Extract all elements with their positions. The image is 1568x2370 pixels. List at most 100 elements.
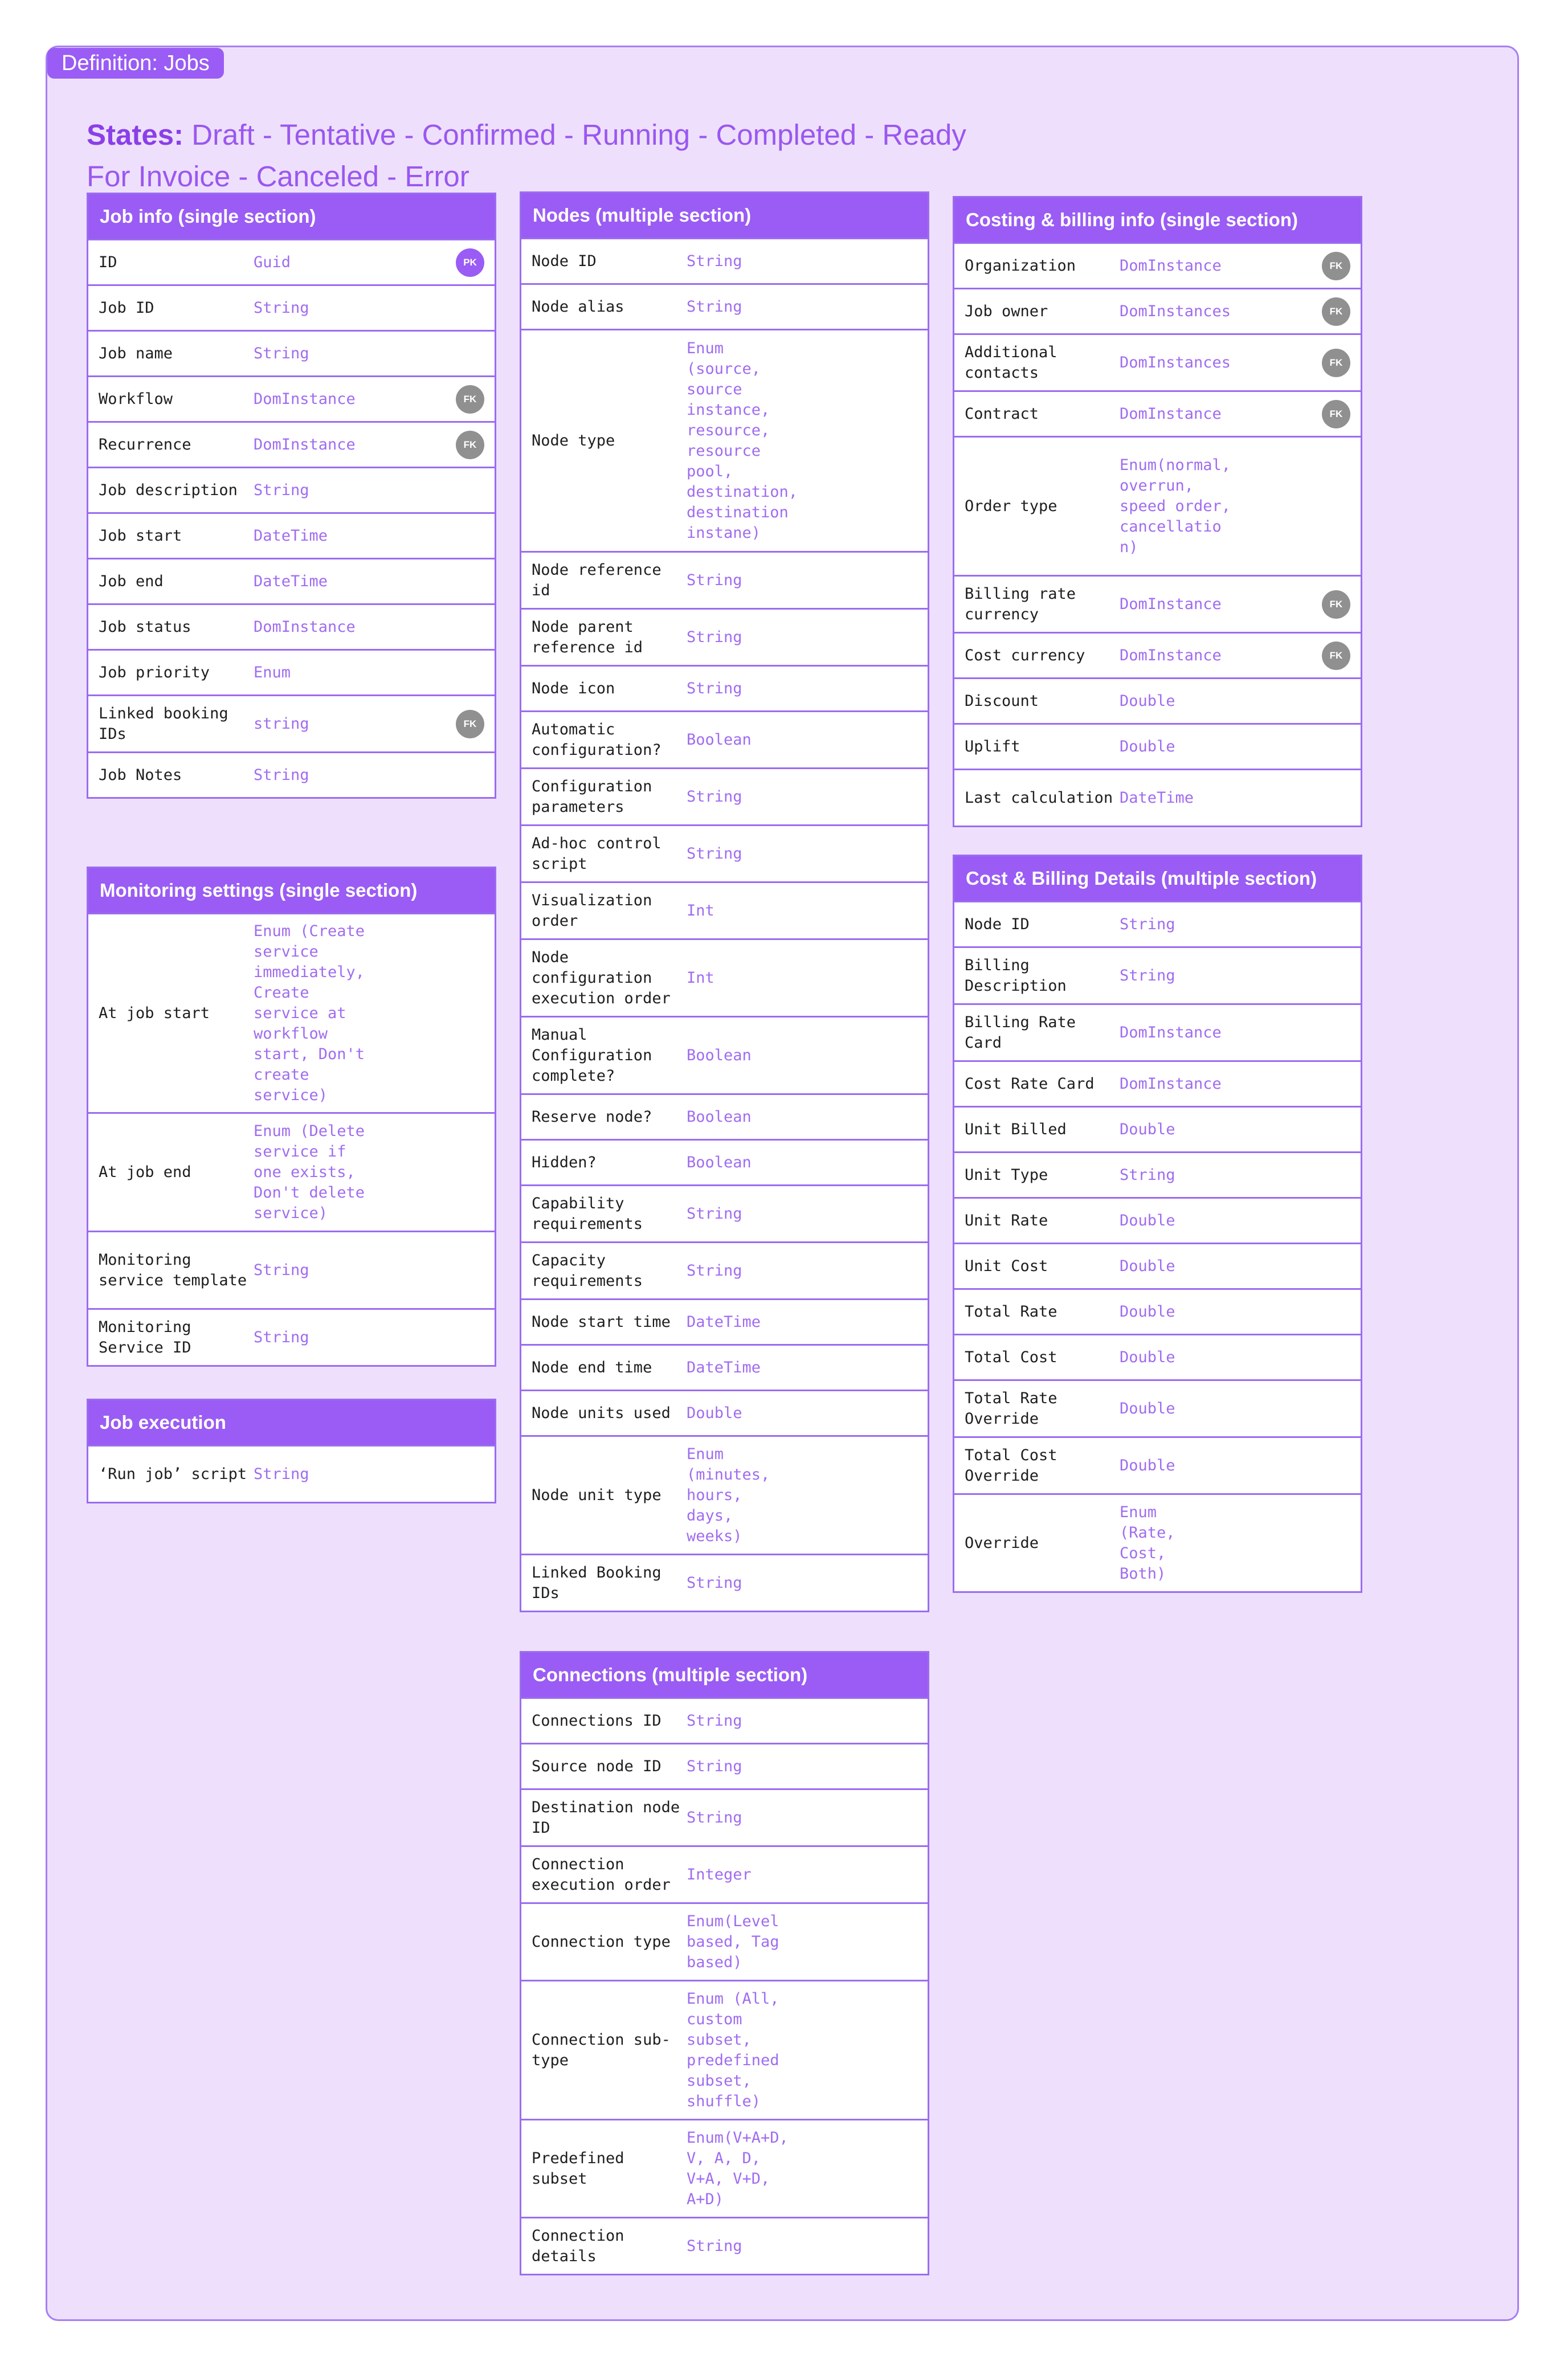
field-type: String (687, 297, 742, 316)
table-row: Job start DateTime (88, 512, 495, 558)
table-row: Connection type Enum(Level based, Tag bas… (521, 1902, 928, 1980)
field-type: String (254, 1328, 309, 1346)
field-name: Job ID (99, 299, 154, 317)
field-name: Unit Billed (965, 1120, 1067, 1138)
foreign-key-badge: FK (1322, 641, 1350, 670)
field-type: String (1120, 1166, 1175, 1184)
field-type: Enum (Delete service if one exists, Don'… (254, 1122, 365, 1222)
table-row: Connections ID String (521, 1697, 928, 1743)
field-type: DomInstance (254, 435, 356, 453)
field-name: Monitoring service template (99, 1251, 247, 1289)
table-row: Total Rate Override Double (954, 1379, 1361, 1436)
field-name: Job name (99, 344, 173, 362)
table-row: Last calculation DateTime (954, 769, 1361, 826)
table-row: Job owner DomInstances FK (954, 288, 1361, 333)
field-name: Job status (99, 618, 191, 636)
table-row: Order type Enum(normal, overrun, speed or… (954, 436, 1361, 575)
field-type: DateTime (254, 572, 328, 590)
table-header: Nodes (multiple section) (521, 193, 928, 238)
foreign-key-badge: FK (1322, 348, 1350, 377)
table-job-info: Job info (single section) ID Guid PK Job ID S… (87, 193, 496, 799)
table-row: Job Notes String (88, 751, 495, 797)
field-name: Automatic configuration? (532, 720, 662, 759)
field-type: String (254, 481, 309, 499)
field-type: DomInstance (1120, 404, 1222, 423)
table-row: Node ID String (954, 901, 1361, 946)
field-type: String (254, 344, 309, 362)
field-name: Job description (99, 481, 238, 499)
field-type: String (687, 1204, 742, 1223)
field-name: Node type (532, 431, 615, 450)
table-row: Workflow DomInstance FK (88, 375, 495, 421)
field-type: Enum(V+A+D, V, A, D, V+A, V+D, A+D) (687, 2128, 789, 2208)
field-name: Total Rate (965, 1302, 1057, 1321)
table-row: Node type Enum (source, source instance, … (521, 329, 928, 551)
field-type: Boolean (687, 1153, 752, 1171)
field-name: Discount (965, 692, 1039, 710)
field-type: String (687, 844, 742, 863)
field-type: String (687, 252, 742, 270)
field-name: Node unit type (532, 1486, 662, 1504)
table-row: Connection details String (521, 2217, 928, 2274)
field-type: DomInstance (1120, 646, 1222, 664)
table-row: Organization DomInstance FK (954, 242, 1361, 288)
field-name: Override (965, 1534, 1039, 1552)
field-name: Monitoring Service ID (99, 1318, 191, 1356)
field-type: String (687, 1757, 742, 1775)
table-connections: Connections (multiple section) Connection… (520, 1651, 929, 2275)
field-type: DateTime (1120, 788, 1194, 807)
table-costing-billing: Costing & billing info (single section) O… (953, 196, 1362, 827)
table-row: Billing Description String (954, 946, 1361, 1003)
table-nodes: Nodes (multiple section) Node ID String Nod… (520, 191, 929, 1612)
field-type: Enum (minutes, hours, days, weeks) (687, 1445, 770, 1545)
field-name: Connection type (532, 1932, 671, 1951)
table-row: Monitoring Service ID String (88, 1308, 495, 1365)
field-name: Source node ID (532, 1757, 662, 1775)
foreign-key-badge: FK (456, 709, 484, 738)
field-type: String (687, 571, 742, 589)
field-type: Double (1120, 1257, 1175, 1275)
field-name: Job start (99, 526, 182, 545)
table-header: Costing & billing info (single section) (954, 198, 1361, 242)
field-name: Predefined subset (532, 2149, 624, 2188)
table-row: Capability requirements String (521, 1184, 928, 1241)
field-name: Unit Type (965, 1166, 1048, 1184)
table-row: ‘Run job’ script String (88, 1445, 495, 1502)
field-name: Order type (965, 497, 1057, 515)
field-type: Double (1120, 1348, 1175, 1366)
table-row: Connection execution order Integer (521, 1845, 928, 1902)
field-type: Enum (254, 663, 291, 681)
field-type: Double (1120, 1399, 1175, 1417)
field-type: DomInstance (1120, 1074, 1222, 1093)
table-row: At job start Enum (Create service immedia… (88, 913, 495, 1112)
field-name: Job priority (99, 663, 210, 681)
table-cost-billing-details: Cost & Billing Details (multiple section… (953, 855, 1362, 1593)
field-type: DomInstance (1120, 1023, 1222, 1041)
field-type: String (687, 1574, 742, 1592)
field-name: Configuration parameters (532, 777, 652, 816)
field-name: ID (99, 253, 117, 271)
foreign-key-badge: FK (456, 430, 484, 459)
foreign-key-badge: FK (1322, 297, 1350, 326)
field-name: Connections ID (532, 1711, 662, 1730)
field-type: String (254, 1261, 309, 1279)
field-type: Boolean (687, 730, 752, 749)
field-name: Total Cost Override (965, 1446, 1057, 1485)
table-header: Cost & Billing Details (multiple section… (954, 856, 1361, 901)
table-row: Unit Billed Double (954, 1106, 1361, 1151)
field-name: Connection sub-type (532, 2030, 671, 2069)
field-type: Double (1120, 1302, 1175, 1321)
field-type: String (254, 1465, 309, 1483)
field-name: Reserve node? (532, 1108, 652, 1126)
table-row: Uplift Double (954, 723, 1361, 769)
table-row: Node parent reference id String (521, 608, 928, 665)
foreign-key-badge: FK (1322, 399, 1350, 428)
field-type: DateTime (254, 526, 328, 545)
field-name: Job owner (965, 302, 1048, 320)
field-type: Int (687, 901, 714, 920)
field-type: Enum (Rate, Cost, Both) (1120, 1503, 1175, 1583)
field-name: Total Cost (965, 1348, 1057, 1366)
field-type: String (1120, 915, 1175, 933)
field-name: Linked Booking IDs (532, 1563, 662, 1602)
table-row: Node configuration execution order Int (521, 938, 928, 1016)
